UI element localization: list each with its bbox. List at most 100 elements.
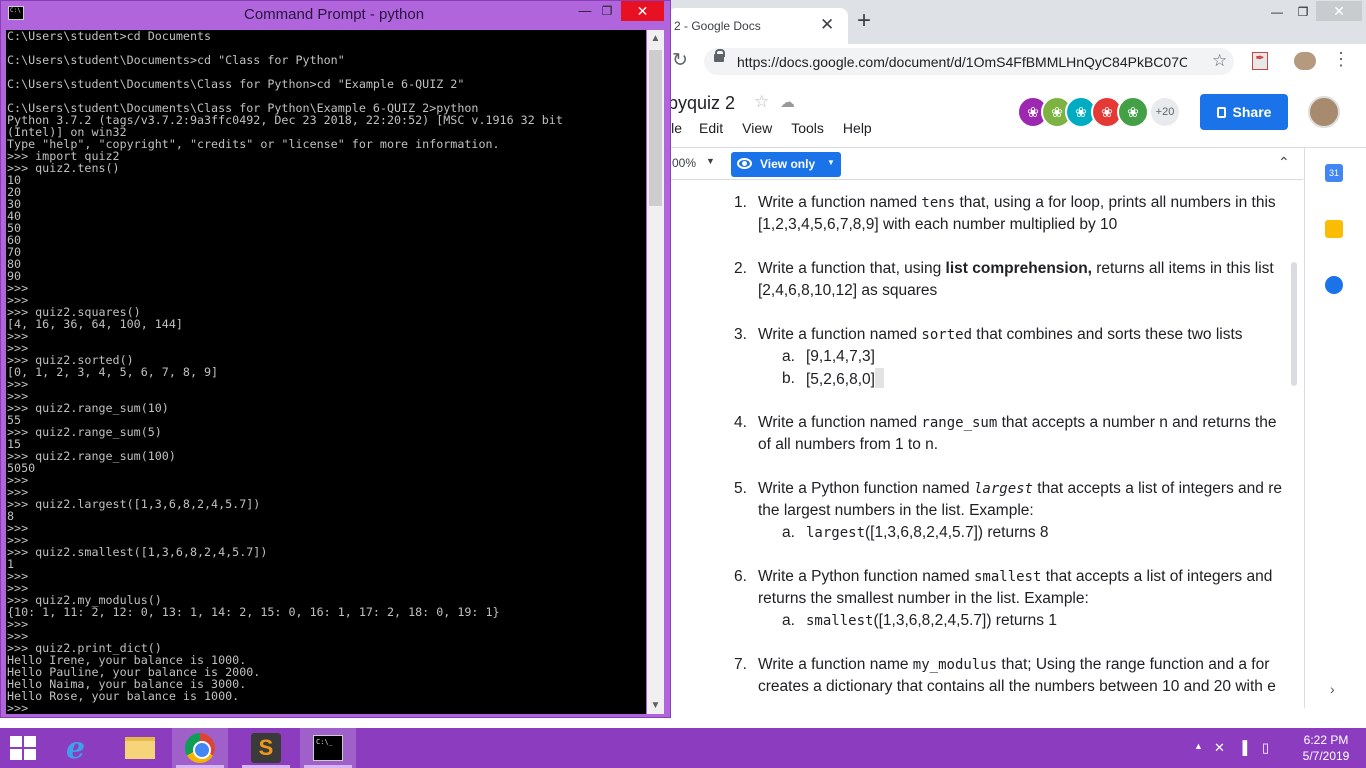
profile-avatar[interactable] — [1294, 52, 1316, 70]
item-text: Write a function named range_sum that ac… — [758, 412, 1290, 434]
document-page: 1. Write a function named tens that, usi… — [668, 180, 1290, 705]
chrome-close-button[interactable]: ✕ — [1316, 1, 1362, 21]
menu-tools[interactable]: Tools — [791, 120, 824, 136]
chrome-maximize-button[interactable]: ❐ — [1290, 2, 1316, 22]
menu-edit[interactable]: Edit — [699, 120, 723, 136]
tab-close-icon[interactable]: ✕ — [820, 15, 834, 35]
text-run: ([1,3,6,8,2,4,5.7]) returns 1 — [873, 612, 1057, 629]
scrollbar-thumb[interactable] — [649, 50, 662, 206]
menu-view[interactable]: View — [742, 120, 772, 136]
docs-toolbar: 00% ▼ View only ▼ ⌃ — [668, 148, 1303, 180]
chrome-icon — [185, 733, 215, 763]
collaborator-avatar[interactable]: ❀ — [1117, 96, 1149, 128]
address-bar[interactable]: https://docs.google.com/document/d/1OmS4… — [704, 48, 1234, 75]
sub-item-letter: a. — [782, 612, 795, 629]
taskbar: e S C:\_ ▲ ✕ ▐ ▯ 6:22 PM 5/7/2019 — [0, 728, 1366, 768]
command-prompt-icon[interactable] — [8, 6, 24, 20]
tab-google-docs[interactable]: 2 - Google Docs ✕ — [668, 8, 848, 44]
share-label: Share — [1232, 104, 1272, 120]
windows-start-icon[interactable] — [10, 736, 38, 762]
command-prompt-icon: C:\_ — [313, 735, 343, 761]
text-run: that accepts a number n and returns the — [997, 414, 1277, 431]
keep-icon[interactable] — [1325, 220, 1343, 238]
chevron-down-icon[interactable]: ▼ — [706, 156, 715, 166]
lock-icon — [1216, 107, 1226, 118]
file-explorer-icon — [125, 737, 155, 759]
new-tab-button[interactable]: + — [857, 9, 871, 33]
signal-icon[interactable]: ▐ — [1238, 740, 1247, 755]
tasks-icon[interactable] — [1325, 276, 1343, 294]
maximize-button[interactable]: ❐ — [597, 1, 617, 23]
item-text: Write a function name my_modulus that; U… — [758, 654, 1290, 676]
taskbar-internet-explorer[interactable]: e — [52, 728, 108, 768]
taskbar-sublime[interactable]: S — [238, 728, 294, 768]
item-number: 2. — [734, 260, 747, 277]
zoom-select[interactable]: 00% — [672, 156, 696, 170]
reload-icon[interactable]: ↻ — [672, 49, 688, 72]
tab-strip: 2 - Google Docs ✕ + — ❐ ✕ — [668, 0, 1366, 44]
item-text: returns the smallest number in the list.… — [758, 590, 1089, 607]
pdf-extension-icon[interactable]: ✒ — [1252, 52, 1268, 70]
show-hidden-icons-icon[interactable]: ▲ — [1194, 741, 1203, 751]
collapse-menus-icon[interactable]: ⌃ — [1278, 154, 1290, 171]
internet-explorer-icon: e — [66, 731, 86, 766]
chrome-menu-icon[interactable]: ⋮ — [1332, 49, 1350, 70]
code-text: largest — [973, 481, 1033, 497]
text-run: ([1,3,6,8,2,4,5.7]) returns 8 — [865, 524, 1049, 541]
item-text: the largest numbers in the list. Example… — [758, 502, 1034, 519]
chevron-down-icon: ▼ — [827, 158, 835, 167]
share-button[interactable]: Share — [1200, 94, 1288, 130]
text-run: Write a function named — [758, 414, 922, 431]
chrome-minimize-button[interactable]: — — [1264, 2, 1290, 22]
console-output[interactable]: C:\Users\student>cd Documents C:\Users\s… — [6, 30, 646, 714]
battery-icon[interactable]: ▯ — [1262, 740, 1269, 756]
scroll-down-icon[interactable]: ▼ — [647, 697, 664, 714]
taskbar-command-prompt[interactable]: C:\_ — [300, 728, 356, 768]
text-run: Write a function that, using — [758, 260, 946, 277]
code-text: sorted — [921, 327, 972, 343]
code-text: largest — [806, 525, 866, 541]
account-avatar[interactable] — [1308, 96, 1340, 128]
more-collaborators-badge[interactable]: +20 — [1151, 98, 1179, 126]
bookmark-star-icon[interactable]: ☆ — [1212, 51, 1227, 71]
taskbar-file-explorer[interactable] — [112, 728, 168, 768]
eye-icon — [737, 158, 752, 169]
desktop: 2 - Google Docs ✕ + — ❐ ✕ ↻ https://docs… — [0, 0, 1366, 768]
bold-text: list comprehension, — [945, 260, 1092, 277]
network-status-icon[interactable]: ✕ — [1214, 740, 1225, 756]
code-text: smallest — [806, 613, 874, 629]
system-clock[interactable]: 6:22 PM 5/7/2019 — [1296, 732, 1356, 764]
item-number: 1. — [734, 194, 747, 211]
chrome-window: 2 - Google Docs ✕ + — ❐ ✕ ↻ https://docs… — [668, 0, 1366, 728]
minimize-button[interactable]: — — [575, 1, 595, 23]
document-scrollbar[interactable] — [1291, 262, 1297, 386]
lock-icon — [714, 49, 725, 62]
scroll-up-icon[interactable]: ▲ — [647, 30, 664, 47]
sub-item-letter: b. — [782, 370, 795, 387]
item-text: [1,2,3,4,5,6,7,8,9] with each number mul… — [758, 216, 1118, 233]
item-text: Write a function named tens that, using … — [758, 192, 1290, 214]
chevron-right-icon[interactable]: › — [1330, 681, 1335, 697]
command-prompt-window: Command Prompt - python — ❐ ✕ C:\Users\s… — [0, 0, 671, 718]
text-cursor — [874, 368, 884, 388]
view-only-mode-button[interactable]: View only ▼ — [731, 152, 841, 177]
calendar-icon[interactable]: 31 — [1325, 164, 1343, 182]
menu-help[interactable]: Help — [843, 120, 872, 136]
document-title[interactable]: pyquiz 2 — [668, 93, 735, 114]
item-text: [2,4,6,8,10,12] as squares — [758, 282, 938, 299]
item-number: 4. — [734, 414, 747, 431]
clock-date: 5/7/2019 — [1302, 749, 1350, 763]
close-button[interactable]: ✕ — [621, 1, 664, 21]
item-number: 3. — [734, 326, 747, 343]
drive-folder-icon[interactable]: ☁ — [780, 93, 795, 111]
url-text[interactable]: https://docs.google.com/document/d/1OmS4… — [737, 54, 1187, 70]
star-icon[interactable]: ☆ — [754, 92, 769, 112]
sub-item-letter: a. — [782, 348, 795, 365]
text-run: Write a function named — [758, 194, 922, 211]
taskbar-chrome[interactable] — [172, 728, 228, 768]
text-run: that combines and sorts these two lists — [972, 326, 1243, 343]
item-text: Write a function named sorted that combi… — [758, 324, 1290, 346]
console-scrollbar[interactable]: ▲ ▼ — [647, 30, 664, 714]
code-text: smallest — [973, 569, 1042, 585]
code-text: my_modulus — [912, 657, 998, 673]
